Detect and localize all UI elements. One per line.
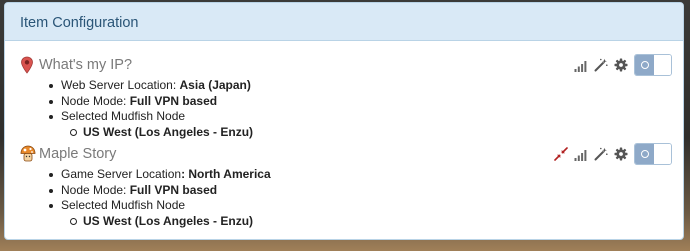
item-actions: [554, 143, 672, 165]
magic-wand-icon[interactable]: [594, 147, 608, 161]
toggle-on-state: [635, 144, 654, 164]
panel-title: Item Configuration: [20, 15, 139, 31]
property-web-server-location: Web Server Location: Asia (Japan): [46, 78, 680, 93]
map-pin-icon: [20, 56, 34, 74]
item-properties: Web Server Location: Asia (Japan) Node M…: [46, 78, 680, 124]
enable-toggle[interactable]: [634, 54, 672, 76]
gear-icon[interactable]: [614, 58, 628, 72]
toggle-on-state: [635, 55, 654, 75]
toggle-off-state: [654, 144, 671, 164]
selected-node-list: US West (Los Angeles - Enzu): [68, 214, 680, 229]
property-game-server-location: Game Server Location: North America: [46, 167, 680, 182]
toggle-off-state: [654, 55, 671, 75]
item-configuration-panel: Item Configuration What's my IP? Web Ser…: [4, 2, 684, 240]
gear-icon[interactable]: [614, 147, 628, 161]
selected-node-item: US West (Los Angeles - Enzu): [68, 125, 680, 140]
item-actions: [574, 54, 672, 76]
signal-strength-icon[interactable]: [574, 58, 588, 72]
property-selected-node: Selected Mudfish Node: [46, 198, 680, 213]
magic-wand-icon[interactable]: [594, 58, 608, 72]
signal-strength-icon[interactable]: [574, 147, 588, 161]
panel-heading: Item Configuration: [5, 3, 683, 41]
toggle-on-indicator-icon: [640, 61, 649, 69]
selected-node-list: US West (Los Angeles - Enzu): [68, 125, 680, 140]
compress-arrows-icon[interactable]: [554, 147, 568, 161]
item-name[interactable]: What's my IP?: [39, 57, 132, 73]
item-properties: Game Server Location: North America Node…: [46, 167, 680, 213]
property-node-mode: Node Mode: Full VPN based: [46, 183, 680, 198]
enable-toggle[interactable]: [634, 143, 672, 165]
toggle-on-indicator-icon: [640, 150, 649, 158]
property-node-mode: Node Mode: Full VPN based: [46, 94, 680, 109]
item-name[interactable]: Maple Story: [39, 146, 116, 162]
selected-node-item: US West (Los Angeles - Enzu): [68, 214, 680, 229]
property-selected-node: Selected Mudfish Node: [46, 109, 680, 124]
mushroom-icon: [20, 145, 36, 163]
